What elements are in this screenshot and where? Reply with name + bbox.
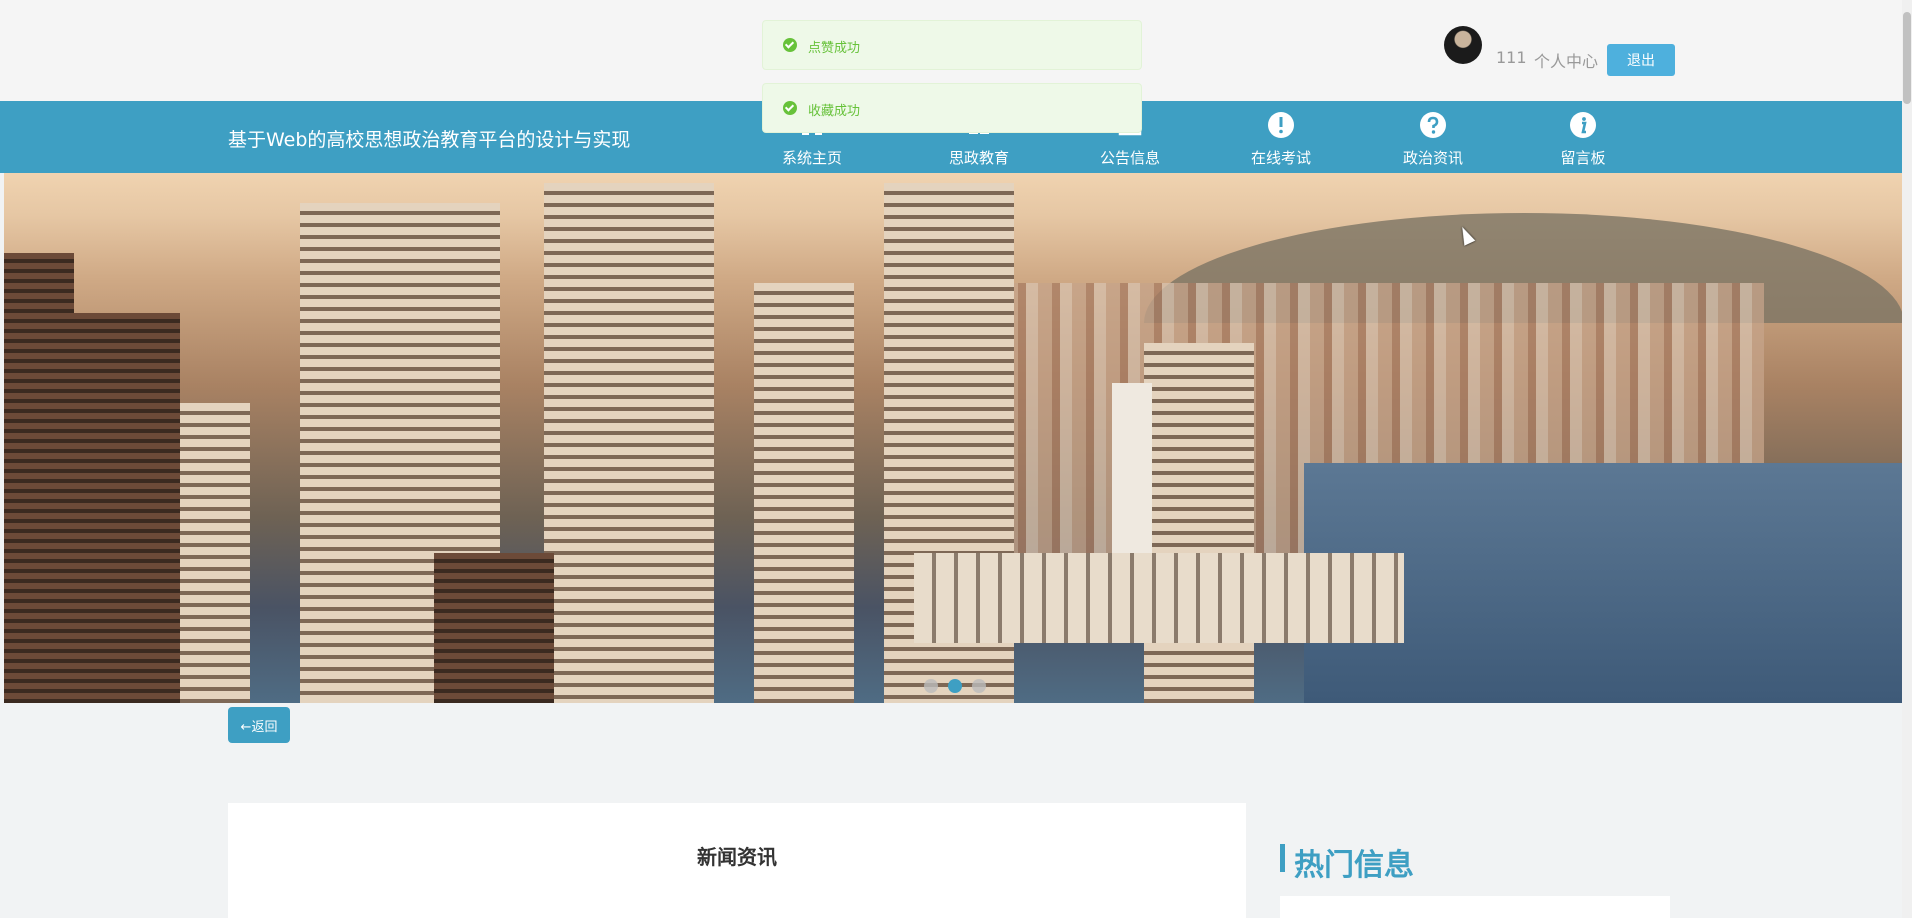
sidebar-accent-bar [1280, 844, 1285, 872]
site-title: 基于Web的高校思想政治教育平台的设计与实现 [228, 129, 631, 151]
carousel-dot[interactable] [972, 679, 986, 693]
content-title: 新闻资讯 [697, 845, 777, 869]
sidebar-title: 热门信息 [1294, 848, 1414, 883]
banner-building [434, 553, 554, 703]
carousel-dot[interactable] [924, 679, 938, 693]
nav-item-exam[interactable]: 在线考试 [1221, 111, 1341, 168]
carousel-indicators [924, 678, 996, 697]
check-circle-icon [783, 38, 797, 52]
toast-like-success: 点赞成功 [762, 20, 1142, 70]
nav-item-label: 留言板 [1560, 149, 1606, 167]
exclamation-icon [1268, 112, 1294, 138]
news-detail-card: 新闻资讯 [228, 803, 1246, 918]
check-circle-icon [783, 101, 797, 115]
nav-item-message-board[interactable]: 留言板 [1523, 111, 1643, 168]
banner-building [754, 283, 854, 703]
toast-message: 收藏成功 [808, 104, 861, 119]
banner-building [1144, 343, 1254, 703]
nav-item-news[interactable]: 政治资讯 [1373, 111, 1493, 168]
hot-info-card [1280, 896, 1670, 918]
nav-item-label: 在线考试 [1250, 149, 1311, 167]
page-scrollbar[interactable] [1902, 0, 1912, 918]
personal-center-link[interactable]: 个人中心 [1534, 48, 1598, 72]
banner-building [70, 313, 180, 703]
nav-item-label: 思政教育 [948, 149, 1009, 167]
info-icon [1570, 112, 1596, 138]
toast-favorite-success: 收藏成功 [762, 83, 1142, 133]
banner-pier [914, 553, 1404, 643]
nav-item-label: 政治资讯 [1402, 149, 1463, 167]
avatar[interactable] [1444, 26, 1482, 64]
back-button[interactable]: ←返回 [228, 707, 290, 743]
logout-button[interactable]: 退出 [1607, 44, 1675, 76]
scrollbar-thumb[interactable] [1903, 12, 1911, 104]
carousel-dot[interactable] [948, 679, 962, 693]
question-icon [1420, 112, 1446, 138]
toast-message: 点赞成功 [808, 41, 861, 56]
banner-building [4, 253, 74, 703]
banner-carousel[interactable] [4, 173, 1902, 703]
nav-item-label: 公告信息 [1099, 149, 1160, 167]
username: 111 [1496, 48, 1527, 67]
nav-item-label: 系统主页 [781, 149, 842, 167]
banner-building [544, 183, 714, 703]
banner-building [180, 403, 250, 703]
